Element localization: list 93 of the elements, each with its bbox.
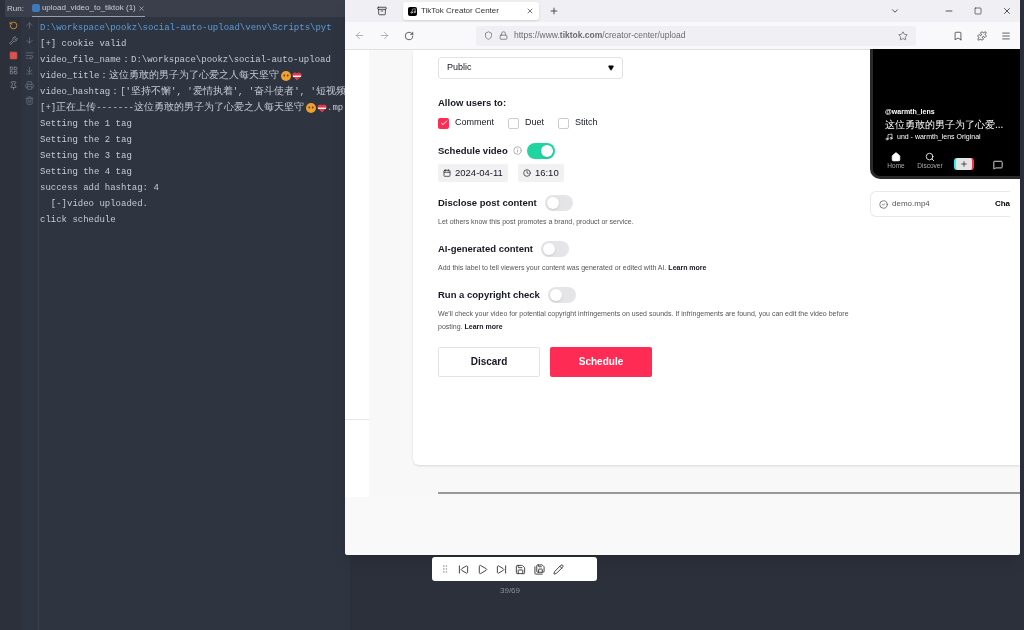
pin-icon[interactable]: [8, 81, 18, 90]
pocket-icon[interactable]: [953, 30, 963, 41]
info-icon[interactable]: [512, 146, 522, 156]
console-line: Setting the 2 tag: [40, 134, 132, 147]
maximize-icon[interactable]: [974, 7, 982, 15]
python-icon: [31, 4, 40, 12]
save-all-icon[interactable]: [534, 563, 545, 575]
clock-icon: [522, 168, 531, 177]
toggle-switch[interactable]: [544, 194, 573, 211]
console-line: Setting the 4 tag: [40, 166, 132, 179]
calendar-icon: [443, 168, 451, 177]
console-line: D:\workspace\pookz\social-auto-upload\venv\Scripts\pyt: [40, 22, 332, 35]
section-label: Schedule video: [438, 143, 508, 158]
wrap-icon[interactable]: [25, 51, 34, 60]
bookmark-star-icon[interactable]: [898, 30, 908, 41]
stop-icon[interactable]: [8, 51, 18, 60]
setting-title: AI-generated content: [438, 241, 533, 256]
drag-handle-icon[interactable]: [440, 564, 450, 574]
console-line: [-]video uploaded.: [49, 198, 149, 211]
tiktok-logo-icon: [408, 6, 417, 16]
previous-icon[interactable]: [458, 563, 469, 575]
console-line: video_hashtag：['坚持不懈', '爱情执着', '奋斗使者', '短视频: [40, 84, 346, 99]
up-arrow-icon[interactable]: [25, 21, 34, 30]
shield-icon: [484, 31, 493, 40]
visibility-select[interactable]: Public: [438, 57, 623, 79]
next-icon[interactable]: [496, 563, 507, 575]
setting-title: Run a copyright check: [438, 287, 540, 302]
save-icon[interactable]: [515, 563, 526, 575]
preview-caption: 这位勇敢的男子为了心爱...: [885, 117, 1005, 132]
home-icon[interactable]: [891, 152, 901, 162]
menu-icon[interactable]: [1001, 30, 1011, 41]
address-bar[interactable]: https://www.tiktok.com/creator-center/upload: [476, 25, 916, 46]
permission-checkbox[interactable]: Stitch: [558, 116, 598, 130]
scroll-end-icon[interactable]: [25, 66, 34, 75]
schedule-button[interactable]: Schedule: [550, 346, 652, 377]
checkbox[interactable]: [508, 117, 519, 129]
toggle-switch[interactable]: [547, 286, 576, 303]
trash-icon[interactable]: [25, 96, 34, 105]
change-link[interactable]: Cha: [994, 198, 1010, 210]
file-name: demo.mp4: [892, 198, 931, 210]
down-arrow-icon[interactable]: [25, 36, 34, 45]
check-circle-icon: [879, 199, 888, 209]
console-line: [+] cookie valid: [40, 38, 127, 51]
close-icon[interactable]: [1002, 6, 1012, 16]
reload-icon[interactable]: [404, 30, 414, 41]
date-field[interactable]: 2024-04-11: [438, 163, 508, 182]
console-line: click schedule: [40, 214, 116, 227]
wrench-icon[interactable]: [8, 36, 18, 45]
section-label: Allow users to:: [438, 96, 508, 110]
tab-list-icon[interactable]: [890, 6, 900, 16]
run-label: Run:: [6, 2, 25, 15]
page-counter: 39/69: [500, 585, 521, 597]
console-line: video_title：这位勇敢的男子为了心爱之人每天坚守: [40, 68, 280, 83]
plus-icon: [960, 160, 968, 168]
console-line: success add hashtag: 4: [40, 182, 159, 195]
new-tab-icon[interactable]: [549, 6, 559, 16]
heart-emoji-icon: [292, 71, 303, 81]
extensions-icon[interactable]: [977, 30, 987, 41]
search-icon[interactable]: [925, 152, 935, 162]
console-line: Setting the 1 tag: [40, 118, 132, 131]
layout-icon[interactable]: [8, 66, 18, 75]
console-line: Setting the 3 tag: [40, 150, 132, 163]
checkbox[interactable]: [558, 117, 570, 129]
inbox-icon[interactable]: [993, 160, 1003, 170]
time-field[interactable]: 16:10: [517, 163, 564, 182]
permission-checkbox[interactable]: Duet: [508, 116, 545, 130]
browser-tab[interactable]: TikTok Creator Center: [403, 2, 539, 20]
pencil-icon[interactable]: [553, 563, 564, 575]
close-icon[interactable]: [526, 7, 534, 15]
toggle-switch[interactable]: [541, 240, 569, 257]
run-tab[interactable]: upload_video_to_tiktok (1): [31, 0, 145, 17]
back-icon[interactable]: [354, 30, 365, 41]
print-icon[interactable]: [25, 81, 34, 90]
face-emoji-icon: [306, 103, 316, 113]
close-icon[interactable]: [137, 4, 145, 12]
lock-icon: [499, 31, 508, 40]
create-button[interactable]: [954, 158, 974, 170]
music-note-icon: [885, 132, 893, 141]
rerun-icon[interactable]: [8, 21, 18, 30]
toggle-switch[interactable]: [526, 142, 555, 159]
dropdown-caret-icon: [608, 65, 614, 71]
checkbox[interactable]: [438, 117, 449, 129]
console-line: [+]正在上传-------这位勇敢的男子为了心爱之人每天坚守: [40, 100, 304, 115]
console-line: .mp: [327, 102, 344, 115]
discard-button[interactable]: Discard: [438, 346, 540, 377]
heart-emoji-icon: [317, 103, 327, 113]
play-icon[interactable]: [477, 563, 488, 575]
face-emoji-icon: [281, 71, 292, 81]
permission-checkbox[interactable]: Comment: [438, 116, 494, 130]
tab-groups-icon[interactable]: [377, 6, 387, 16]
forward-icon[interactable]: [379, 30, 390, 41]
setting-title: Disclose post content: [438, 195, 537, 210]
console-line: video_file_name：D:\workspace\pookz\social-auto-upload: [40, 53, 331, 67]
